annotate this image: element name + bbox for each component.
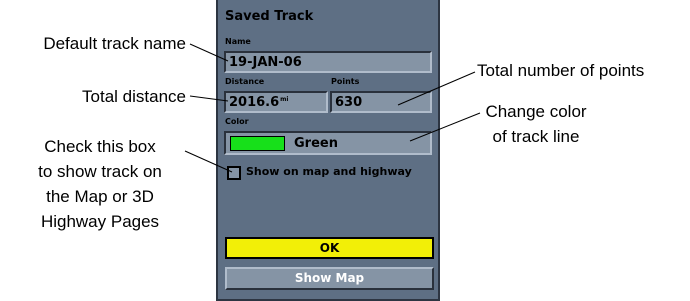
leader-total-distance: [189, 95, 229, 102]
leader-default-track-name: [189, 43, 229, 62]
leader-checkbox: [184, 150, 233, 173]
leader-total-points: [397, 71, 476, 106]
callout-leader-lines: [184, 43, 481, 173]
leader-change-color: [409, 112, 481, 142]
